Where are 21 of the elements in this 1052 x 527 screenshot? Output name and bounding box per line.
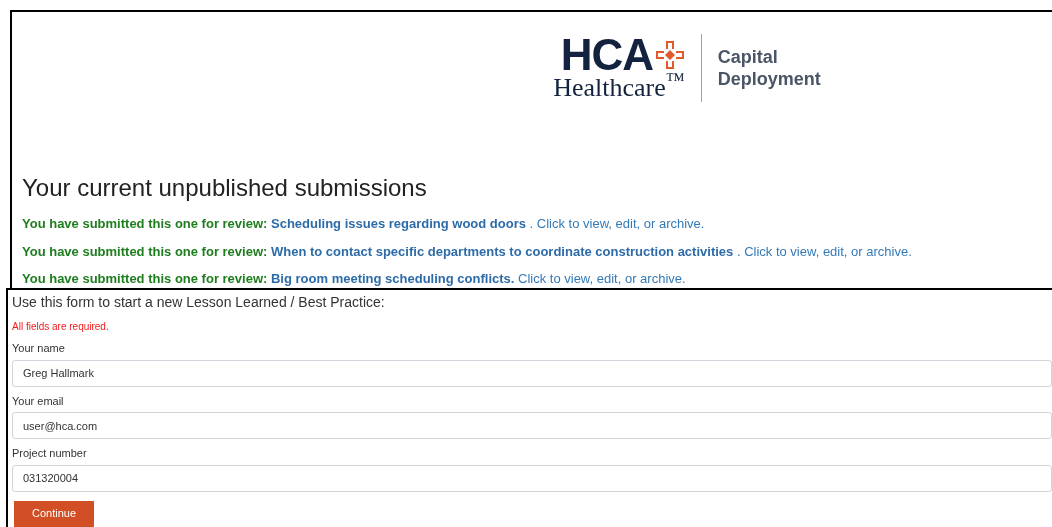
division-name: Deployment [717,68,821,90]
form-heading: Use this form to start a new Lesson Learned / Best Practice: [12,293,386,312]
submission-text: You have submitted this one for review: When to contact specific departments to coordinate construction activities . Click to view, edit, or archive. [22,242,913,261]
section-heading: Your current unpublished submissions [22,173,428,203]
logo-wordmark: HCA [560,35,653,75]
required-notice: All fields are required. [12,320,110,334]
field-label: Your name [12,341,66,356]
field-label: Project number [12,446,88,461]
continue-button[interactable]: Continue [14,500,94,527]
submission-text: You have submitted this one for review: Scheduling issues regarding wood doors . Click to view, edit, or archive. [22,215,706,233]
division-name: Capital [717,46,779,68]
input-field[interactable]: Greg Hallmark [12,359,1052,387]
cross-icon [654,40,685,70]
logo-subtitle: Healthcare$^{™}$ [553,75,685,101]
input-field[interactable]: 031320004 [12,464,1052,492]
submission-link[interactable]: Scheduling issues regarding wood doors [271,216,526,231]
submission-link[interactable]: Big room meeting scheduling conflicts. [271,271,515,286]
submission-link[interactable]: When to contact specific departments to coordinate construction activities [271,243,734,259]
field-label: Your email [12,393,65,409]
submission-text: You have submitted this one for review: Big room meeting scheduling conflicts. Click to view, edit, or archive. [22,270,687,288]
input-field[interactable]: user@hca.com [12,412,1052,439]
